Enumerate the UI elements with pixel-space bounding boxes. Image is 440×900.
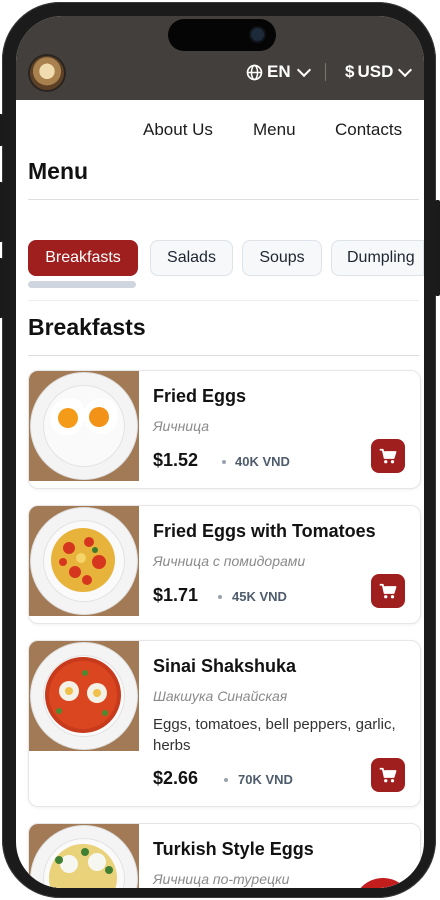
dynamic-island xyxy=(168,19,276,51)
phone-frame: EN $ USD About Us Menu Contacts Menu Bre… xyxy=(0,2,440,898)
shakshuka-image xyxy=(45,657,121,733)
dish-price: $1.71 xyxy=(153,585,199,605)
dish-card[interactable]: Fried Eggs Яичница $1.52 40K VND xyxy=(28,370,421,489)
add-to-cart-button[interactable] xyxy=(371,574,405,608)
title-divider xyxy=(28,199,419,200)
currency-symbol: $ xyxy=(345,62,355,81)
dish-name: Fried Eggs with Tomatoes xyxy=(153,521,376,541)
dish-photo xyxy=(29,641,139,751)
header-divider xyxy=(325,63,326,81)
volume-up-button xyxy=(0,182,3,242)
globe-icon xyxy=(246,64,263,80)
currency-selector[interactable]: $ USD xyxy=(345,61,413,83)
nav-contacts-link[interactable]: Contacts xyxy=(335,120,402,144)
dish-price-vnd: 40K VND xyxy=(235,454,290,469)
nav-menu-link[interactable]: Menu xyxy=(253,120,296,144)
cart-icon xyxy=(379,448,397,463)
volume-down-button xyxy=(0,258,3,318)
cart-icon xyxy=(379,767,397,782)
separator-dot xyxy=(222,460,226,464)
dish-name: Turkish Style Eggs xyxy=(153,839,314,859)
eggs-tomatoes-image xyxy=(51,528,115,592)
fried-eggs-image xyxy=(50,398,119,436)
add-to-cart-button[interactable] xyxy=(371,758,405,792)
tabs-divider xyxy=(28,300,419,301)
dish-subtitle: Шакшука Синайская xyxy=(153,688,288,704)
mute-switch xyxy=(0,114,3,146)
top-bar: EN $ USD xyxy=(16,16,424,100)
turkish-eggs-image xyxy=(49,844,117,888)
dish-subtitle: Яичница по-турецки xyxy=(153,871,290,887)
dish-card[interactable]: Sinai Shakshuka Шакшука Синайская Eggs, … xyxy=(28,640,421,807)
dish-price-vnd: 70K VND xyxy=(238,772,293,787)
dish-name: Sinai Shakshuka xyxy=(153,656,297,676)
language-label: EN xyxy=(267,62,291,81)
add-to-cart-button[interactable] xyxy=(371,439,405,473)
separator-dot xyxy=(224,778,228,782)
dish-card[interactable]: Fried Eggs with Tomatoes Яичница с помид… xyxy=(28,505,421,624)
dish-description: Eggs, tomatoes, bell peppers, garlic, he… xyxy=(153,716,396,754)
separator-dot xyxy=(218,595,222,599)
tab-breakfasts[interactable]: Breakfasts xyxy=(28,240,138,276)
dish-price-vnd: 45K VND xyxy=(232,589,287,604)
chevron-down-icon xyxy=(296,62,311,77)
camera-icon xyxy=(251,28,264,41)
nav-about-link[interactable]: About Us xyxy=(143,120,213,144)
tab-salads[interactable]: Salads xyxy=(150,240,233,276)
app-screen: EN $ USD About Us Menu Contacts Menu Bre… xyxy=(16,16,424,888)
tab-dumplings[interactable]: Dumpling xyxy=(331,240,424,276)
dish-subtitle: Яичница с помидорами xyxy=(153,553,306,569)
tabs-scrollbar[interactable] xyxy=(28,281,136,288)
dish-card[interactable]: Turkish Style Eggs Яичница по-турецки xyxy=(28,823,421,888)
power-button xyxy=(435,200,440,296)
dish-price: $1.52 xyxy=(153,450,199,470)
language-selector[interactable]: EN xyxy=(246,61,311,83)
dish-name: Fried Eggs xyxy=(153,386,247,406)
dish-photo xyxy=(29,824,139,888)
chevron-down-icon xyxy=(398,62,413,77)
dish-subtitle: Яичница xyxy=(153,418,210,434)
section-title: Breakfasts xyxy=(28,314,146,340)
dish-price: $2.66 xyxy=(153,768,199,788)
page-title: Menu xyxy=(28,158,89,184)
currency-label: USD xyxy=(357,62,394,81)
dish-photo xyxy=(29,371,139,481)
dish-photo xyxy=(29,506,139,616)
restaurant-logo[interactable] xyxy=(30,56,64,90)
cart-icon xyxy=(379,583,397,598)
section-divider xyxy=(28,355,419,356)
tab-soups[interactable]: Soups xyxy=(242,240,322,276)
